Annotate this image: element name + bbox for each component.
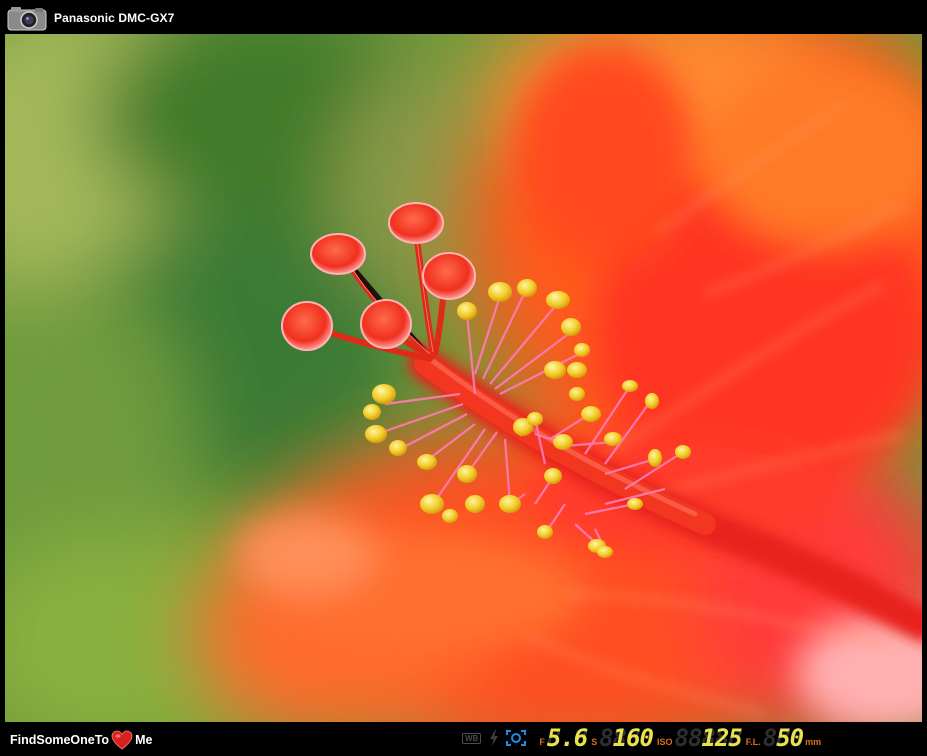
exif-panel: WB F 8.8 5.6 S 8888 160 ISO 88888 125 F.… [462, 726, 821, 750]
metering-mode-icon [506, 730, 527, 746]
shutter-display: 8888 160 [599, 724, 654, 752]
aperture-value: 5.6 [546, 724, 588, 752]
focal-length-value: 50 [776, 724, 804, 752]
camera-model-title: Panasonic DMC-GX7 [54, 11, 175, 25]
iso-label: ISO [657, 737, 673, 747]
aperture-label: F [539, 737, 545, 747]
flash-icon [490, 730, 499, 746]
camera-icon [7, 7, 47, 31]
focal-length-label: F.L. [745, 737, 761, 747]
focal-length-display: 888 50 [763, 724, 804, 752]
brand-text-right: Me [135, 733, 153, 747]
aperture-display: 8.8 5.6 [546, 724, 588, 752]
white-balance-indicator: WB [462, 732, 482, 744]
heart-icon [111, 730, 133, 750]
title-bar: Panasonic DMC-GX7 [0, 0, 927, 34]
brand-text-left: FindSomeOneTo [10, 733, 110, 747]
shutter-value: 160 [612, 724, 654, 752]
footer-bar: FindSomeOneTo Me WB F 8.8 5.6 S 8888 160… [0, 722, 927, 756]
shutter-label: S [591, 737, 598, 747]
photo-canvas [5, 34, 922, 722]
hibiscus-flower-photo [5, 34, 922, 722]
iso-value: 125 [701, 724, 742, 752]
watermark-brand: FindSomeOneTo Me [10, 730, 152, 750]
iso-display: 88888 125 [675, 724, 743, 752]
focal-length-unit: mm [805, 737, 822, 747]
